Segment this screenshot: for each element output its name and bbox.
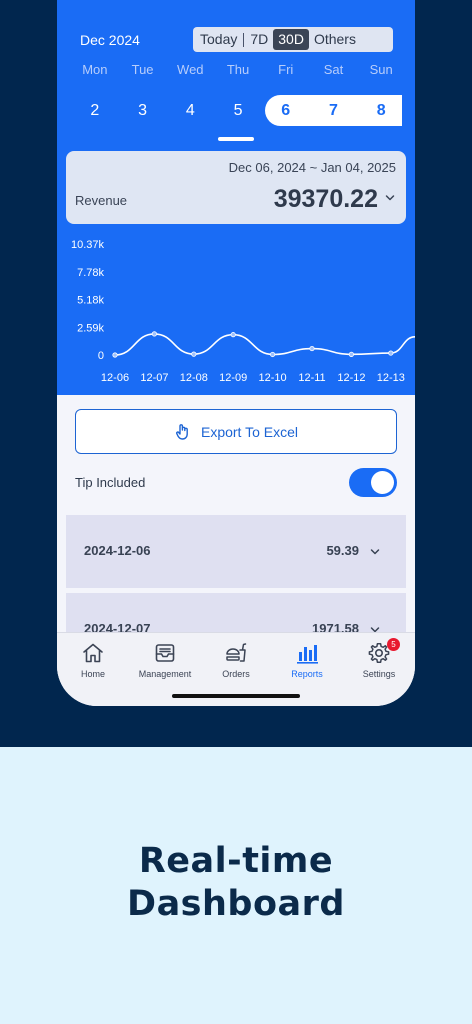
x-tick-label: 12-09 [219, 372, 247, 384]
settings-badge: 5 [387, 638, 400, 651]
revenue-label: Revenue [75, 193, 128, 208]
day-6[interactable]: 6 [262, 95, 310, 126]
day-row: 2 3 4 5 6 7 8 [71, 95, 405, 126]
y-tick-label: 10.37k [71, 239, 105, 251]
tab-settings[interactable]: 5 Settings [343, 633, 415, 683]
range-30d[interactable]: 30D [273, 29, 309, 50]
range-today[interactable]: Today [195, 29, 242, 50]
weekday-sat: Sat [323, 62, 344, 77]
list-item[interactable]: 2024-12-06 59.39 [66, 515, 406, 588]
weekday-tue: Tue [131, 62, 154, 77]
tab-reports[interactable]: Reports [271, 633, 343, 683]
data-point[interactable] [112, 352, 118, 358]
data-point[interactable] [230, 332, 236, 338]
promo-headline: Real-time Dashboard [0, 840, 472, 926]
weekday-wed: Wed [177, 62, 204, 77]
tab-reports-label: Reports [291, 669, 323, 679]
revenue-line-chart: 10.37k 7.78k 5.18k 2.59k 0 12-06 12-07 12-08 12-… [71, 239, 415, 384]
tab-orders[interactable]: Orders [200, 633, 272, 683]
chevron-down-icon[interactable] [370, 547, 380, 557]
tab-home[interactable]: Home [57, 633, 129, 683]
day-3[interactable]: 3 [119, 95, 167, 126]
home-indicator [172, 694, 300, 698]
bar-chart-icon [297, 645, 318, 664]
y-tick-label: 5.18k [77, 295, 104, 307]
revenue-date-range: Dec 06, 2024 ~ Jan 04, 2025 [228, 160, 396, 175]
drag-handle[interactable] [218, 137, 254, 141]
x-tick-label: 12-07 [140, 372, 168, 384]
tab-home-label: Home [80, 669, 105, 679]
range-others[interactable]: Others [309, 29, 361, 50]
phone-screen: Dec 2024 Today 7D 30D Others Mon Tue Wed… [57, 0, 415, 706]
data-point[interactable] [151, 331, 158, 337]
promo-line-2: Dashboard [127, 884, 345, 924]
y-tick-label: 7.78k [77, 267, 104, 279]
day-8[interactable]: 8 [357, 95, 405, 126]
promo-line-1: Real-time [138, 841, 334, 881]
weekday-row: Mon Tue Wed Thu Fri Sat Sun [71, 62, 405, 77]
x-tick-label: 12-06 [101, 372, 129, 384]
export-excel-button[interactable]: Export To Excel [75, 409, 397, 454]
tab-management-label: Management [138, 669, 192, 679]
y-tick-label: 0 [98, 350, 104, 362]
x-tick-label: 12-08 [180, 372, 208, 384]
data-point[interactable] [388, 350, 394, 356]
chevron-down-icon[interactable] [385, 193, 395, 203]
range-7d[interactable]: 7D [245, 29, 273, 50]
day-7[interactable]: 7 [310, 95, 358, 126]
home-icon [83, 643, 103, 663]
data-point[interactable] [270, 351, 276, 358]
food-icon [226, 643, 247, 662]
revenue-card[interactable]: Dec 06, 2024 ~ Jan 04, 2025 Revenue 3937… [66, 151, 406, 224]
tab-orders-label: Orders [222, 669, 250, 679]
range-switch: Today 7D 30D Others [193, 27, 393, 52]
row-amount: 59.39 [326, 543, 359, 558]
data-point[interactable] [348, 351, 354, 357]
month-label[interactable]: Dec 2024 [80, 32, 140, 48]
day-5[interactable]: 5 [214, 95, 262, 126]
tab-settings-label: Settings [362, 669, 396, 679]
row-date: 2024-12-06 [84, 543, 151, 558]
data-point[interactable] [309, 345, 315, 352]
data-point[interactable] [191, 351, 197, 357]
revenue-value: 39370.22 [273, 185, 378, 213]
inbox-icon [155, 644, 175, 662]
report-header-panel: Dec 2024 Today 7D 30D Others Mon Tue Wed… [57, 0, 415, 395]
x-tick-label: 12-10 [259, 372, 287, 384]
export-label: Export To Excel [200, 423, 298, 440]
tip-included-label: Tip Included [75, 475, 146, 490]
tab-management[interactable]: Management [129, 633, 201, 683]
weekday-mon: Mon [82, 62, 108, 77]
weekday-fri: Fri [278, 62, 294, 77]
tip-included-toggle[interactable] [349, 468, 397, 497]
toggle-knob [371, 471, 394, 494]
day-2[interactable]: 2 [71, 95, 119, 126]
x-tick-label: 12-13 [377, 372, 405, 384]
x-tick-label: 12-12 [337, 372, 365, 384]
day-4[interactable]: 4 [166, 95, 214, 126]
hand-pointer-icon [176, 423, 188, 440]
weekday-sun: Sun [369, 62, 393, 77]
x-tick-label: 12-11 [298, 372, 325, 384]
range-divider [243, 32, 245, 47]
y-tick-label: 2.59k [77, 322, 104, 334]
revenue-series-line [114, 333, 415, 356]
weekday-thu: Thu [226, 62, 250, 77]
